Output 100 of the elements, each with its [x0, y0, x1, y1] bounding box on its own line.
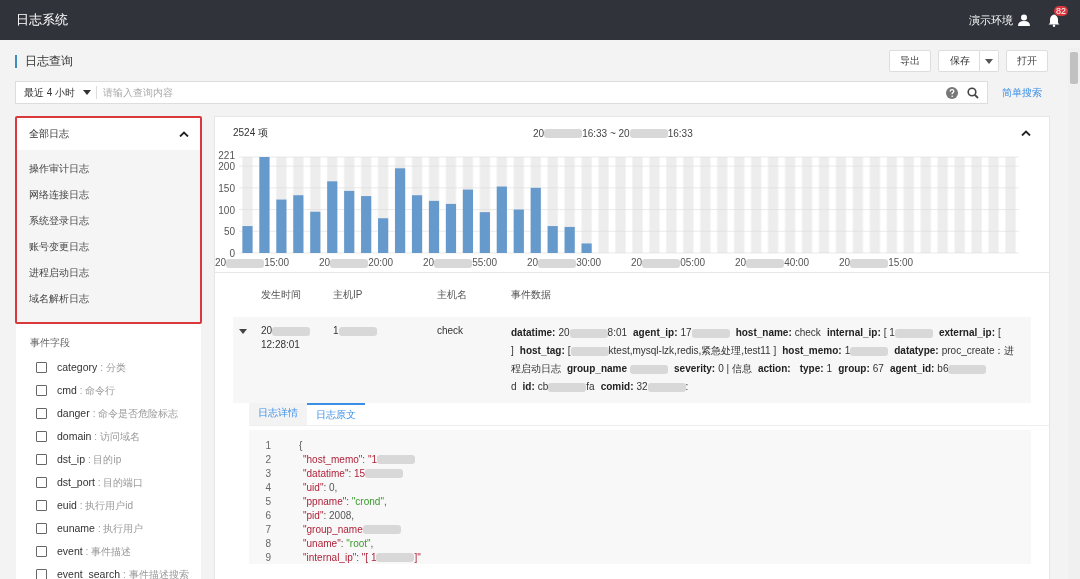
field-label: dst_port : 目的端口 — [57, 475, 144, 490]
field-label: category : 分类 — [57, 360, 126, 375]
table-row[interactable] — [233, 317, 1031, 403]
line-number: 5 — [264, 495, 271, 507]
time-range-dropdown[interactable]: 最近 4 小时 — [24, 86, 98, 99]
caret-icon[interactable] — [83, 90, 92, 95]
log-type-item[interactable]: 操作审计日志 — [17, 156, 200, 182]
table-cell: 20 12:28:01 — [261, 324, 333, 352]
log-type-item[interactable]: 进程启动日志 — [17, 260, 200, 286]
code-line: "host_memo": "1 — [299, 453, 416, 465]
y-tick-label: 200 — [218, 161, 235, 173]
table-cell: 1 — [333, 324, 437, 338]
caret-icon[interactable] — [239, 329, 247, 334]
line-number: 1 — [264, 439, 271, 451]
chevron-icon[interactable] — [179, 131, 189, 137]
notification-badge: 82 — [1054, 5, 1068, 16]
checkbox[interactable] — [36, 523, 47, 534]
code-line: { — [299, 439, 303, 451]
toolbar-button[interactable]: 打开 — [1006, 50, 1048, 72]
bar — [547, 226, 558, 253]
column-header: 主机IP — [333, 288, 364, 302]
bar — [428, 200, 440, 253]
y-tick-label: 221 — [218, 150, 235, 161]
field-label: cmd : 命令行 — [57, 383, 116, 398]
column-header: 主机名 — [437, 288, 468, 302]
user-icon[interactable] — [1018, 14, 1030, 26]
bar — [378, 218, 389, 253]
time-range-text: 20 16:33 ~ 20 16:33 — [533, 127, 694, 139]
log-type-item[interactable]: 账号变更日志 — [17, 234, 200, 260]
field-label: danger : 命令是否危险标志 — [57, 406, 179, 421]
caret-icon[interactable] — [985, 58, 993, 64]
line-number: 8 — [264, 537, 271, 549]
line-number: 2 — [264, 453, 271, 465]
column-header: 事件数据 — [511, 288, 552, 302]
y-tick-label: 0 — [229, 248, 235, 259]
bar — [327, 181, 338, 253]
dropdown-button[interactable] — [980, 50, 999, 72]
app-title: 日志系统 — [16, 11, 69, 29]
bar — [293, 195, 304, 253]
checkbox[interactable] — [36, 454, 47, 465]
result-count: 2524 项 — [233, 126, 270, 140]
checkbox[interactable] — [36, 408, 47, 419]
bar — [276, 199, 287, 253]
log-type-item[interactable]: 网络连接日志 — [17, 182, 200, 208]
bar — [462, 189, 473, 253]
y-tick-label: 150 — [218, 182, 235, 194]
x-tick-label: 20 05:00 — [631, 257, 707, 268]
field-label: dst_ip : 目的ip — [57, 452, 122, 467]
checkbox[interactable] — [36, 385, 47, 396]
bar — [344, 190, 355, 253]
code-line: "pid": 2008, — [302, 509, 355, 521]
checkbox[interactable] — [36, 500, 47, 511]
chevron-icon[interactable] — [1021, 130, 1031, 136]
save-button[interactable]: 保存 — [938, 50, 980, 72]
checkbox[interactable] — [36, 569, 47, 579]
bar — [530, 187, 541, 253]
checkbox[interactable] — [36, 362, 47, 373]
environment-label[interactable]: 演示环境 — [969, 12, 1013, 28]
code-line: "internal_ip": "[ 1 ]" — [302, 551, 421, 563]
log-type-item[interactable]: 系统登录日志 — [17, 208, 200, 234]
code-line: "group_name — [299, 523, 401, 535]
log-type-header[interactable]: 全部日志 — [17, 118, 200, 150]
x-tick-label: 20 15:00 — [839, 257, 915, 268]
bar — [496, 186, 507, 253]
x-tick-label: 20 55:00 — [423, 257, 499, 268]
checkbox[interactable] — [36, 546, 47, 557]
search-field[interactable]: 最近 4 小时 请输入查询内容 — [15, 81, 988, 104]
checkbox[interactable] — [36, 477, 47, 488]
column-header: 发生时间 — [261, 288, 302, 302]
table-cell-text: check — [437, 324, 465, 338]
log-type-item[interactable]: 域名解析日志 — [17, 286, 200, 312]
code-line: "uid": 0, — [302, 481, 338, 493]
field-label: euname : 执行用户 — [57, 521, 144, 536]
line-number: 9 — [264, 551, 271, 563]
log-type-title: 全部日志 — [29, 127, 69, 141]
field-panel-title: 事件字段 — [30, 336, 71, 350]
search-icon[interactable] — [967, 86, 979, 99]
field-label: euid : 执行用户id — [57, 498, 134, 513]
bar — [513, 209, 524, 253]
bar — [310, 211, 321, 253]
toolbar-button[interactable]: 导出 — [889, 50, 931, 72]
bar — [361, 196, 372, 253]
x-tick-label: 20 20:00 — [319, 257, 395, 268]
line-number: 6 — [264, 509, 271, 521]
bar — [479, 212, 490, 253]
x-tick-label: 20 30:00 — [527, 257, 603, 268]
y-tick-label: 100 — [218, 204, 235, 216]
bar — [445, 203, 457, 253]
field-label: domain : 访问域名 — [57, 429, 140, 444]
bell-icon[interactable] — [1048, 13, 1060, 27]
help-icon[interactable] — [946, 86, 958, 99]
checkbox[interactable] — [36, 431, 47, 442]
code-line: "uname": "root", — [302, 537, 374, 549]
field-label: event_search : 事件描述搜索 — [57, 567, 189, 579]
bar — [581, 243, 592, 253]
bar — [242, 226, 253, 253]
bar — [564, 226, 575, 253]
event-data-text: datatime: 20 8:01 agent_ip: 17 host_name: check internal_ip: [ 1 external_ip: [ ] host_tag: [ ktest,mysql-lzk,redis,紧急处理,test11 ] host_memo: 1 datatype: proc_create：进程启动日志 group_name severity: 0 | 信息 action: type: 1 group: 67 agent_id: b6 d id: cb fa comid: 32 : — [511, 326, 1016, 394]
line-number: 3 — [264, 467, 271, 479]
line-number: 7 — [264, 523, 271, 535]
